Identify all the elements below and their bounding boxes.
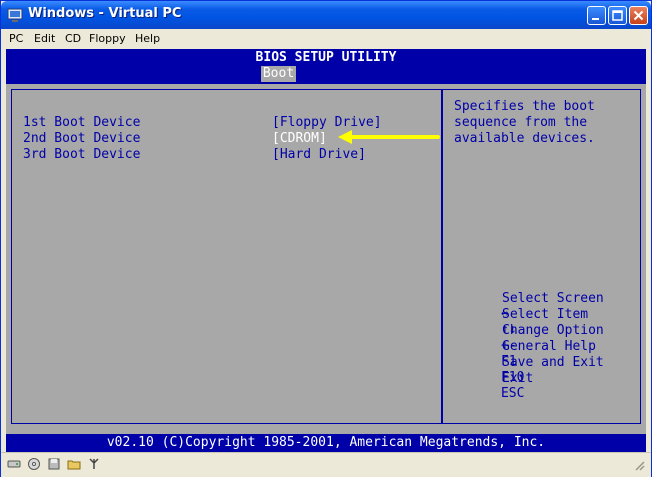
boot-device-row[interactable]: 1st Boot Device [Floppy Drive] bbox=[23, 115, 382, 130]
menu-floppy[interactable]: Floppy bbox=[89, 32, 126, 45]
key-legend-row: ESC Exit bbox=[454, 371, 533, 431]
maximize-icon bbox=[612, 10, 623, 21]
help-text-line: Specifies the boot bbox=[454, 99, 595, 114]
menu-bar: PC Edit CD Floppy Help bbox=[1, 29, 651, 49]
help-text-line: sequence from the bbox=[454, 115, 588, 130]
bios-title: BIOS SETUP UTILITY bbox=[255, 50, 397, 65]
bios-header: BIOS SETUP UTILITY Boot bbox=[6, 49, 646, 84]
cd-icon[interactable] bbox=[27, 457, 41, 471]
network-icon[interactable] bbox=[87, 457, 101, 471]
key-action: General Help bbox=[502, 339, 596, 354]
floppy-icon[interactable] bbox=[47, 457, 61, 471]
menu-edit[interactable]: Edit bbox=[34, 32, 55, 45]
resize-grip-icon[interactable] bbox=[633, 459, 645, 471]
key-action: Select Item bbox=[502, 307, 589, 322]
boot-device-row[interactable]: 3rd Boot Device [Hard Drive] bbox=[23, 147, 366, 162]
close-button[interactable] bbox=[629, 6, 648, 25]
boot-device-label: 2nd Boot Device bbox=[23, 131, 141, 146]
status-bar bbox=[1, 452, 651, 477]
boot-device-value[interactable]: [Hard Drive] bbox=[272, 147, 366, 162]
boot-device-label: 3rd Boot Device bbox=[23, 147, 141, 162]
key-action: Exit bbox=[502, 371, 534, 386]
annotation-arrow-icon bbox=[338, 130, 440, 144]
menu-cd[interactable]: CD bbox=[65, 32, 81, 45]
boot-device-value-selected[interactable]: [CDROM] bbox=[272, 131, 327, 146]
menu-pc[interactable]: PC bbox=[9, 32, 23, 45]
maximize-button[interactable] bbox=[608, 6, 627, 25]
virtual-pc-icon bbox=[7, 8, 23, 22]
shared-folder-icon[interactable] bbox=[67, 457, 81, 471]
key-action: Change Option bbox=[502, 323, 604, 338]
vm-screen[interactable]: BIOS SETUP UTILITY Boot 1st Boot Device … bbox=[6, 49, 646, 452]
minimize-button[interactable] bbox=[587, 6, 606, 25]
hard-disk-icon[interactable] bbox=[7, 457, 21, 471]
boot-device-row-selected[interactable]: 2nd Boot Device [CDROM] bbox=[23, 131, 327, 146]
boot-device-label: 1st Boot Device bbox=[23, 115, 141, 130]
key-action: Select Screen bbox=[502, 291, 604, 306]
window-title: Windows - Virtual PC bbox=[28, 6, 182, 21]
help-text-line: available devices. bbox=[454, 131, 595, 146]
virtual-pc-window: Windows - Virtual PC PC Edit CD Floppy H… bbox=[0, 0, 652, 477]
menu-help[interactable]: Help bbox=[135, 32, 160, 45]
close-icon bbox=[633, 10, 644, 21]
boot-device-value[interactable]: [Floppy Drive] bbox=[272, 115, 382, 130]
key-name: ESC bbox=[500, 386, 525, 401]
tab-boot[interactable]: Boot bbox=[261, 66, 296, 82]
panel-divider bbox=[441, 89, 443, 424]
bios-footer: v02.10 (C)Copyright 1985-2001, American … bbox=[6, 434, 646, 452]
key-action: Save and Exit bbox=[502, 355, 604, 370]
title-bar[interactable]: Windows - Virtual PC bbox=[1, 1, 651, 29]
minimize-icon bbox=[592, 18, 599, 20]
